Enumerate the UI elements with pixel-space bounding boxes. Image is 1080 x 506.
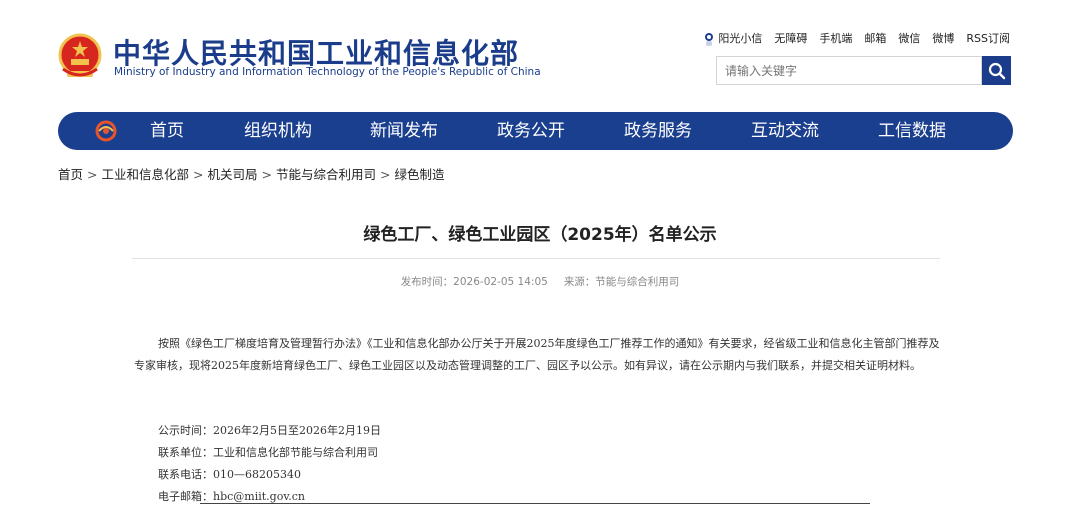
breadcrumb-green-manufacturing[interactable]: 绿色制造 [395, 167, 445, 182]
site-header: 中华人民共和国工业和信息化部 Ministry of Industry and … [0, 0, 1080, 105]
search-icon [988, 62, 1005, 79]
breadcrumb-ministry[interactable]: 工业和信息化部 [102, 167, 190, 182]
contact-info: 公示时间：2026年2月5日至2026年2月19日 联系单位：工业和信息化部节能… [158, 420, 381, 506]
title-divider [132, 258, 940, 259]
info-line-unit: 联系单位：工业和信息化部节能与综合利用司 [158, 446, 378, 459]
nav-item-gov-affairs[interactable]: 政务公开 [497, 112, 565, 150]
top-link-sunshine[interactable]: 阳光小信 [703, 30, 762, 47]
main-nav: 首页 组织机构 新闻发布 政务公开 政务服务 互动交流 工信数据 [58, 112, 1013, 150]
nav-item-gov-services[interactable]: 政务服务 [624, 112, 692, 150]
site-subtitle-en: Ministry of Industry and Information Tec… [114, 66, 541, 78]
nav-item-data[interactable]: 工信数据 [878, 112, 946, 150]
search-input[interactable] [716, 56, 982, 85]
nav-item-news[interactable]: 新闻发布 [370, 112, 438, 150]
breadcrumb-separator: > [380, 167, 391, 182]
nav-item-home[interactable]: 首页 [150, 112, 184, 150]
info-line-phone: 联系电话：010—68205340 [158, 468, 301, 481]
top-link-mobile[interactable]: 手机端 [819, 30, 852, 46]
nav-item-interaction[interactable]: 互动交流 [751, 112, 819, 150]
content-bottom-rule [200, 503, 870, 504]
top-link-weibo[interactable]: 微博 [932, 30, 954, 46]
breadcrumb: 首页 > 工业和信息化部 > 机关司局 > 节能与综合利用司 > 绿色制造 [58, 164, 445, 183]
article-meta: 发布时间：2026-02-05 14:05 来源：节能与综合利用司 [0, 274, 1080, 289]
article-paragraph: 按照《绿色工厂梯度培育及管理暂行办法》《工业和信息化部办公厅关于开展2025年度… [134, 337, 940, 372]
article-source: 来源：节能与综合利用司 [563, 276, 680, 288]
breadcrumb-home[interactable]: 首页 [58, 167, 83, 182]
top-link-rss[interactable]: RSS订阅 [966, 30, 1010, 46]
search-button[interactable] [982, 56, 1011, 85]
top-link-accessibility[interactable]: 无障碍 [774, 30, 807, 46]
article-title: 绿色工厂、绿色工业园区（2025年）名单公示 [363, 225, 717, 245]
breadcrumb-departments[interactable]: 机关司局 [208, 167, 258, 182]
publish-time: 发布时间：2026-02-05 14:05 [400, 276, 548, 288]
breadcrumb-separator: > [87, 167, 98, 182]
miit-logo-icon[interactable] [94, 120, 118, 142]
breadcrumb-separator: > [261, 167, 272, 182]
nav-item-organization[interactable]: 组织机构 [244, 112, 312, 150]
top-link-mail[interactable]: 邮箱 [864, 30, 886, 46]
page: 中华人民共和国工业和信息化部 Ministry of Industry and … [0, 0, 1080, 506]
breadcrumb-separator: > [193, 167, 204, 182]
top-link-label: 阳光小信 [718, 32, 763, 45]
top-links: 阳光小信 无障碍 手机端 邮箱 微信 微博 RSS订阅 [703, 30, 1010, 47]
info-line-period: 公示时间：2026年2月5日至2026年2月19日 [158, 424, 381, 437]
mascot-icon [705, 32, 714, 46]
breadcrumb-energy-dept[interactable]: 节能与综合利用司 [276, 167, 376, 182]
national-emblem-icon [58, 33, 102, 77]
top-link-wechat[interactable]: 微信 [898, 30, 920, 46]
